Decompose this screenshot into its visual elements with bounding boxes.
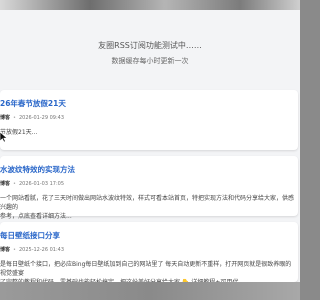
friends-feed-panel: 友圈RSS订阅功能测试中…… 数据缓存每小时更新一次 26年春节放假21天 博客…	[0, 10, 300, 282]
post-date: 2026-01-03 17:05	[18, 181, 65, 187]
post-title-link[interactable]: 水波纹特效的实现方法	[0, 164, 75, 175]
post-author[interactable]: 博客	[0, 247, 10, 253]
post-title-link[interactable]: 26年春节放假21天	[0, 98, 66, 109]
post-excerpt: 节放假21天...	[0, 129, 38, 136]
post-card[interactable]: 水波纹特效的实现方法 博客 • 2026-01-03 17:05 一个网站看腻，花了…	[0, 156, 298, 220]
post-author[interactable]: 博客	[0, 181, 10, 187]
mouse-cursor-icon	[0, 132, 8, 142]
post-excerpt: 是每日壁纸个接口，把必应Bing每日壁纸加到自己的网站里了 每天自动更新不重样，…	[0, 261, 292, 282]
separator-dot: •	[13, 115, 16, 121]
feed-subtitle: 数据缓存每小时更新一次	[111, 57, 189, 65]
post-date: 2025-12-26 01:43	[18, 247, 65, 253]
post-meta: 博客 • 2026-01-03 17:05	[0, 180, 64, 187]
separator-dot: •	[13, 247, 16, 253]
post-meta: 博客 • 2026-01-29 09:43	[0, 114, 64, 121]
feed-header: 友圈RSS订阅功能测试中…… 数据缓存每小时更新一次	[0, 10, 300, 78]
post-meta: 博客 • 2025-12-26 01:43	[0, 246, 64, 253]
post-card[interactable]: 每日壁纸接口分享 博客 • 2025-12-26 01:43 是每日壁纸个接口，把必…	[0, 222, 298, 282]
background-bottom	[0, 282, 300, 300]
post-card[interactable]: 26年春节放假21天 博客 • 2026-01-29 09:43 节放假21天...	[0, 90, 298, 150]
post-excerpt: 一个网站看腻，花了三天时间做出网站水波纹特效，样式可看本站首页，特把实现方法和代…	[0, 195, 295, 220]
separator-dot: •	[13, 181, 16, 187]
post-author[interactable]: 博客	[0, 115, 10, 121]
post-title-link[interactable]: 每日壁纸接口分享	[0, 230, 60, 241]
post-date: 2026-01-29 09:43	[18, 115, 65, 121]
feed-title: 友圈RSS订阅功能测试中……	[98, 41, 202, 50]
